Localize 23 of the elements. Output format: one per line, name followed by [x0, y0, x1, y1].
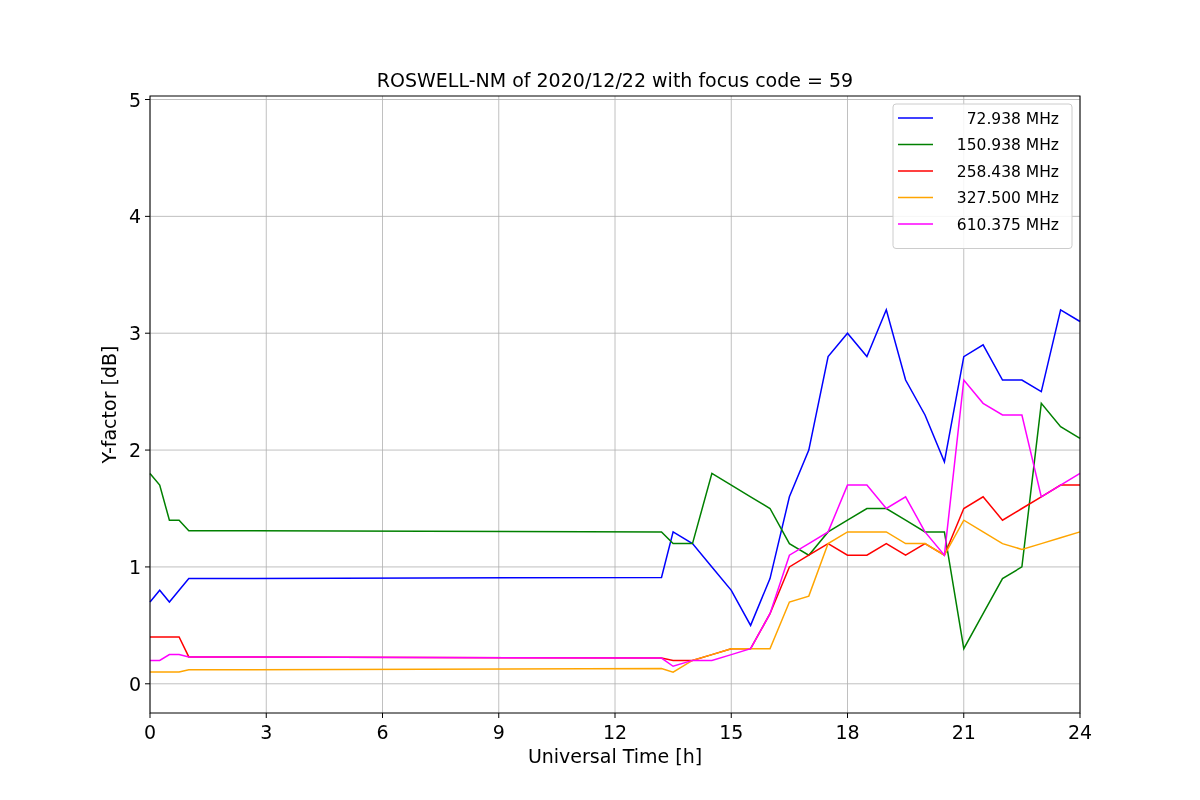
- chart-title: ROSWELL-NM of 2020/12/22 with focus code = 59: [376, 69, 854, 91]
- x-axis-label: Universal Time [h]: [527, 745, 703, 767]
- legend-label: 72.938 MHz: [966, 109, 1059, 128]
- y-tick-label: 1: [128, 555, 141, 578]
- y-tick-label: 2: [128, 439, 141, 462]
- y-axis-label: Y-factor [dB]: [98, 345, 120, 464]
- x-tick-label: 3: [260, 721, 273, 743]
- y-tick-label: 0: [128, 672, 141, 695]
- x-tick-label: 18: [835, 721, 860, 743]
- x-tick-label: 24: [1067, 721, 1093, 743]
- x-tick-label: 6: [376, 721, 389, 743]
- y-tick-label: 3: [128, 322, 141, 345]
- legend-label: 150.938 MHz: [956, 136, 1059, 154]
- y-tick-label: 4: [128, 205, 141, 228]
- legend-label: 258.438 MHz: [956, 162, 1059, 181]
- legend-label: 610.375 MHz: [956, 215, 1059, 234]
- legend-label: 327.500 MHz: [956, 189, 1059, 207]
- x-tick-label: 0: [143, 721, 157, 743]
- x-tick-label: 15: [719, 721, 744, 743]
- x-tick-label: 9: [492, 721, 505, 743]
- y-tick-label: 5: [128, 88, 141, 111]
- x-tick-label: 21: [951, 721, 976, 743]
- x-tick-label: 12: [602, 721, 628, 743]
